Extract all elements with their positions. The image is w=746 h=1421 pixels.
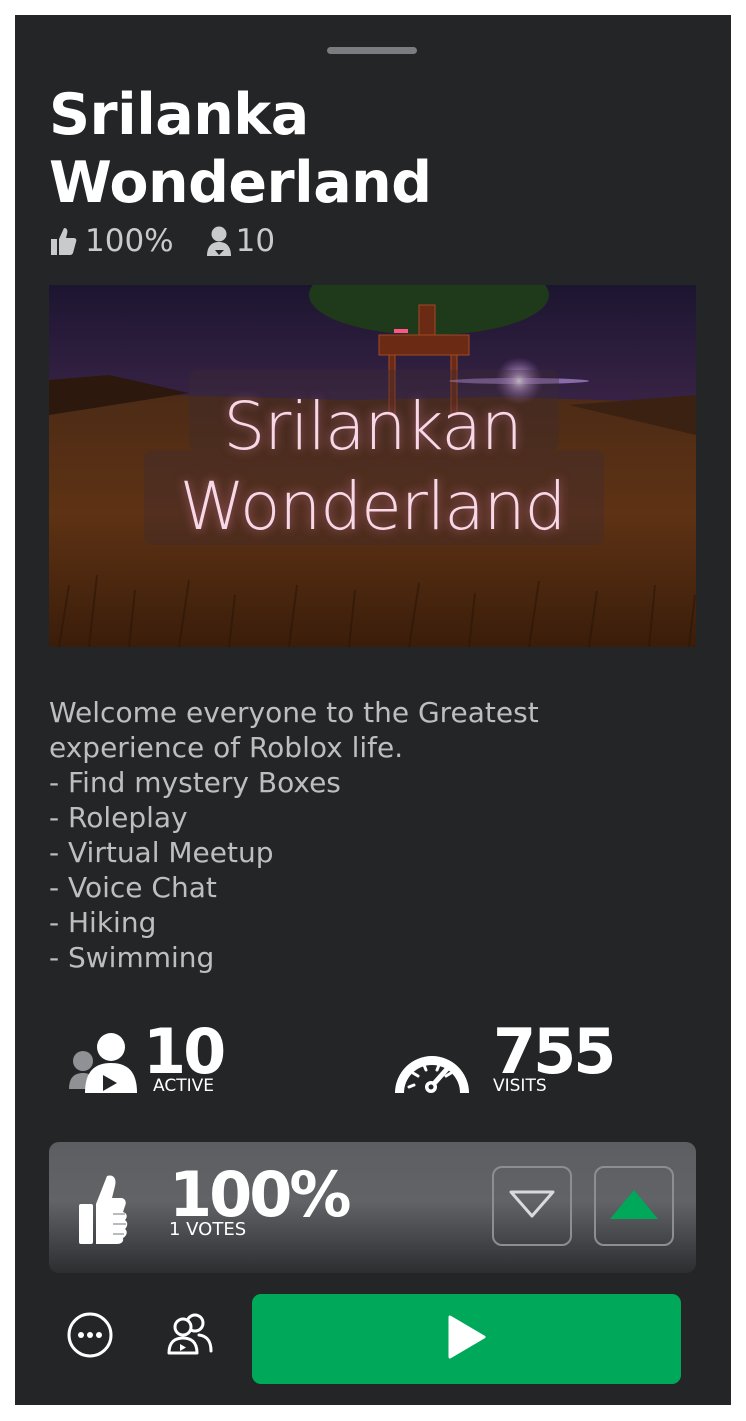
play-button[interactable] <box>252 1294 681 1384</box>
mini-stats: 100% 10 <box>49 221 275 261</box>
game-title-line-2: Wonderland <box>49 150 432 216</box>
rating-summary-value: 100% <box>85 223 174 259</box>
friends-button[interactable] <box>165 1311 215 1361</box>
downvote-button[interactable] <box>492 1166 572 1246</box>
active-players-label: ACTIVE <box>153 1076 214 1096</box>
thumbs-up-icon <box>49 225 77 257</box>
active-players-stat: 10 ACTIVE <box>67 1017 267 1097</box>
description-line: - Roleplay <box>49 801 188 834</box>
thumbs-up-icon <box>77 1172 141 1250</box>
thumbnail-text-line-2: Wonderland <box>179 468 567 545</box>
friends-icon <box>165 1311 215 1361</box>
vote-count: 1 VOTES <box>169 1219 247 1240</box>
players-summary: 10 <box>204 223 275 259</box>
triangle-up-icon <box>608 1187 660 1225</box>
speedometer-icon <box>391 1035 473 1099</box>
description-line: experience of Roblox life. <box>49 731 404 764</box>
game-thumbnail: Srilankan Wonderland <box>49 285 696 647</box>
visits-value: 755 <box>493 1015 616 1088</box>
players-icon <box>67 1031 147 1097</box>
vote-percent: 100% <box>169 1158 352 1231</box>
players-summary-value: 10 <box>235 223 276 259</box>
vote-panel: 100% 1 VOTES <box>49 1142 696 1273</box>
triangle-down-icon <box>508 1189 556 1223</box>
thumbnail-text-line-1: Srilankan <box>223 388 522 465</box>
rating-summary: 100% <box>49 223 174 259</box>
more-options-icon <box>66 1311 114 1363</box>
description-line: - Find mystery Boxes <box>49 766 341 799</box>
description-line: - Hiking <box>49 906 157 939</box>
description-line: Welcome everyone to the Greatest <box>49 696 539 729</box>
upvote-button[interactable] <box>594 1166 674 1246</box>
game-title: Srilanka Wonderland <box>49 81 689 217</box>
game-details-sheet: Srilanka Wonderland 100% 10 Srilankan Wo… <box>15 15 731 1405</box>
game-title-line-1: Srilanka <box>49 82 309 148</box>
play-icon <box>447 1314 487 1364</box>
players-icon <box>204 225 234 257</box>
active-players-value: 10 <box>143 1015 226 1088</box>
game-description: Welcome everyone to the Greatest experie… <box>49 695 689 975</box>
description-line: - Virtual Meetup <box>49 836 274 869</box>
visits-label: VISITS <box>493 1076 547 1096</box>
drag-handle[interactable] <box>327 47 417 54</box>
description-line: - Swimming <box>49 941 215 974</box>
description-line: - Voice Chat <box>49 871 217 904</box>
more-options-button[interactable] <box>65 1312 115 1362</box>
visits-stat: 755 VISITS <box>391 1017 651 1097</box>
